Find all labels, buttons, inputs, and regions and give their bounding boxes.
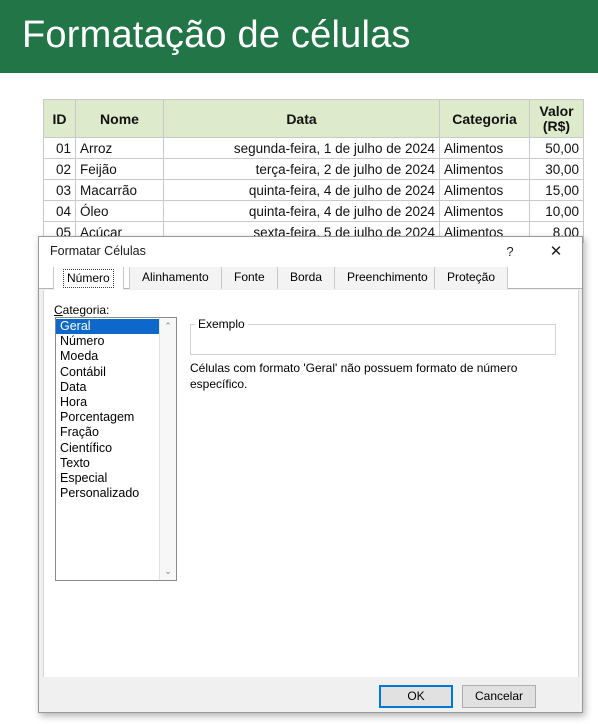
cell-categoria: Alimentos (439, 200, 530, 222)
page-banner: Formatação de células (0, 0, 598, 73)
chevron-down-icon[interactable]: ⌄ (160, 563, 176, 580)
list-item[interactable]: Personalizado (56, 486, 160, 501)
cell-data: quinta-feira, 4 de julho de 2024 (163, 200, 440, 222)
ok-button[interactable]: OK (379, 685, 453, 708)
tab-alinhamento[interactable]: Alinhamento (129, 267, 222, 289)
column-header-valor-line2: (R$) (542, 117, 571, 134)
tab-alinhamento-label: Alinhamento (142, 270, 209, 284)
cell-nome: Óleo (75, 200, 164, 222)
cell-id: 01 (43, 137, 76, 159)
list-item[interactable]: Contábil (56, 365, 160, 380)
cell-valor: 10,00 (529, 200, 584, 222)
cell-nome: Arroz (75, 137, 164, 159)
list-item[interactable]: Científico (56, 441, 160, 456)
column-header-nome: Nome (75, 99, 164, 138)
list-item[interactable]: Porcentagem (56, 410, 160, 425)
cell-id: 02 (43, 158, 76, 180)
category-listbox[interactable]: Geral Número Moeda Contábil Data Hora Po… (55, 317, 177, 581)
dialog-title: Formatar Células (50, 244, 146, 258)
category-label-accel: C (54, 303, 63, 317)
format-description: Células com formato 'Geral' não possuem … (190, 361, 518, 391)
column-header-data: Data (163, 99, 440, 138)
list-item[interactable]: Texto (56, 456, 160, 471)
example-groupbox: Exemplo (190, 317, 556, 355)
chevron-up-icon[interactable]: ⌃ (160, 318, 176, 335)
list-item[interactable]: Hora (56, 395, 160, 410)
cell-data: terça-feira, 2 de julho de 2024 (163, 158, 440, 180)
example-legend: Exemplo (195, 317, 248, 331)
list-item[interactable]: Especial (56, 471, 160, 486)
column-header-categoria: Categoria (439, 99, 530, 138)
column-header-valor: Valor (R$) (529, 99, 584, 138)
list-item[interactable]: Data (56, 380, 160, 395)
list-item[interactable]: Fração (56, 425, 160, 440)
cell-id: 03 (43, 179, 76, 201)
dialog-footer: OK Cancelar (39, 677, 582, 712)
tab-preenchimento-label: Preenchimento (347, 270, 428, 284)
dialog-tabstrip: Número Alinhamento Fonte Borda Preenchim… (39, 267, 582, 290)
cell-categoria: Alimentos (439, 137, 530, 159)
page-title: Formatação de células (22, 14, 411, 56)
cell-nome: Feijão (75, 158, 164, 180)
table-row: 01 Arroz segunda-feira, 1 de julho de 20… (43, 137, 584, 159)
cell-categoria: Alimentos (439, 158, 530, 180)
table-row: 02 Feijão terça-feira, 2 de julho de 202… (43, 158, 584, 180)
list-item[interactable]: Geral (56, 319, 160, 335)
list-item[interactable]: Número (56, 334, 160, 349)
tab-borda-label: Borda (290, 270, 323, 284)
tab-fonte-label: Fonte (234, 270, 265, 284)
cancel-button[interactable]: Cancelar (462, 685, 536, 708)
cell-valor: 50,00 (529, 137, 584, 159)
dialog-titlebar[interactable]: Formatar Células ? ✕ (39, 237, 582, 268)
category-list: Geral Número Moeda Contábil Data Hora Po… (56, 318, 160, 501)
list-item[interactable]: Moeda (56, 349, 160, 364)
spreadsheet-table: ID Nome Data Categoria Valor (R$) 01 Arr… (43, 99, 584, 243)
category-scrollbar[interactable]: ⌃ ⌄ (159, 318, 176, 580)
cell-categoria: Alimentos (439, 179, 530, 201)
cell-id: 04 (43, 200, 76, 222)
cell-valor: 15,00 (529, 179, 584, 201)
tab-protecao-label: Proteção (447, 270, 496, 284)
tab-protecao[interactable]: Proteção (434, 267, 509, 289)
column-header-valor-line1: Valor (539, 102, 574, 119)
table-header-row: ID Nome Data Categoria Valor (R$) (43, 99, 584, 138)
close-icon[interactable]: ✕ (536, 237, 576, 266)
cell-data: segunda-feira, 1 de julho de 2024 (163, 137, 440, 159)
tab-numero[interactable]: Número (53, 267, 124, 290)
tab-borda[interactable]: Borda (277, 267, 336, 289)
tab-numero-label: Número (63, 269, 114, 288)
cell-nome: Macarrão (75, 179, 164, 201)
cell-valor: 30,00 (529, 158, 584, 180)
help-icon[interactable]: ? (490, 237, 530, 266)
table-row: 03 Macarrão quinta-feira, 4 de julho de … (43, 179, 584, 201)
tab-preenchimento[interactable]: Preenchimento (334, 267, 441, 289)
category-label-rest: ategoria: (62, 303, 110, 317)
cell-data: quinta-feira, 4 de julho de 2024 (163, 179, 440, 201)
table-row: 04 Óleo quinta-feira, 4 de julho de 2024… (43, 200, 584, 222)
category-label: Categoria: (54, 303, 109, 317)
tab-fonte[interactable]: Fonte (221, 267, 278, 289)
column-header-id: ID (43, 99, 76, 138)
